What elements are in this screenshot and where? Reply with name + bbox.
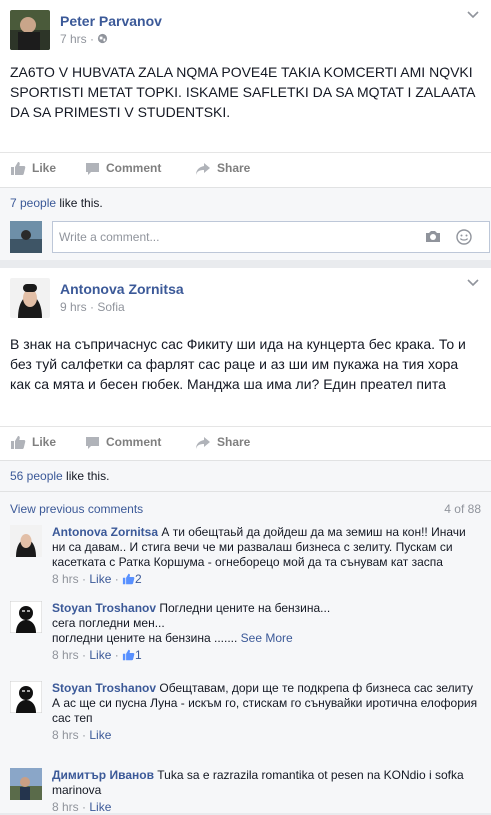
comment-time[interactable]: 8 hrs (52, 572, 79, 586)
comment-author[interactable]: Димитър Иванов (52, 768, 154, 782)
comment-item: Stoyan Troshanov Обещтавам, дори ще те п… (10, 681, 480, 761)
likes-summary: 56 people like this. (10, 469, 109, 483)
comment-body: Antonova Zornitsa А ти обещтаьй да дойде… (52, 525, 480, 587)
comment-meta: 8 hrs · Like (52, 728, 112, 742)
comment-body: Stoyan Troshanov Погледни цените на бенз… (52, 601, 480, 663)
timestamp[interactable]: 7 hrs (60, 32, 87, 46)
likes-suffix: like this. (56, 196, 103, 210)
share-icon (196, 162, 210, 175)
comment-time[interactable]: 8 hrs (52, 648, 79, 662)
post-header: Antonova Zornitsa 9 hrs · Sofia (10, 278, 480, 318)
comment-count: 4 of 88 (444, 502, 481, 516)
camera-icon[interactable] (425, 229, 441, 245)
comment-time[interactable]: 8 hrs (52, 728, 79, 742)
likes-count-link[interactable]: 7 people (10, 196, 56, 210)
comment-composer: Write a comment... (10, 221, 490, 253)
comment-button[interactable]: Comment (85, 153, 161, 183)
globe-icon (98, 33, 108, 44)
comment-like-count[interactable]: 2 (135, 572, 142, 586)
comment-time[interactable]: 8 hrs (52, 800, 79, 814)
like-button[interactable]: Like (10, 153, 56, 183)
avatar-image (10, 10, 50, 50)
comment-item: Antonova Zornitsa А ти обещтаьй да дойде… (10, 525, 480, 587)
comment-text-line: Погледни цените на бензина... (159, 601, 331, 615)
thumbs-up-icon (11, 436, 26, 450)
comment-body: Димитър Иванов Tuka sa e razrazila roman… (52, 768, 480, 815)
comment-icon (86, 436, 99, 449)
comment-like-count[interactable]: 1 (135, 648, 142, 662)
comment-text-line: погледни цените на бензина ....... (52, 631, 238, 645)
author-name[interactable]: Peter Parvanov (60, 13, 162, 29)
avatar[interactable] (10, 768, 42, 800)
thumbs-up-icon (11, 162, 26, 176)
comment-text: Обещтавам, дори ще те подкрепа ф бизнеса… (159, 681, 473, 695)
action-bar: Like Comment Share (0, 426, 491, 456)
chevron-down-icon[interactable] (466, 8, 480, 22)
likes-suffix: like this. (62, 469, 110, 483)
post-card: Antonova Zornitsa 9 hrs · Sofia В знак н… (0, 268, 491, 814)
likes-count-link[interactable]: 56 people (10, 469, 63, 483)
likes-section: 7 people like this. Write a comment... (0, 187, 491, 260)
share-icon (196, 436, 210, 449)
action-bar: Like Comment Share (0, 152, 491, 182)
comment-like-link[interactable]: Like (89, 728, 111, 742)
see-more-link[interactable]: See More (241, 631, 293, 645)
avatar[interactable] (10, 10, 50, 50)
comment-item: Stoyan Troshanov Погледни цените на бенз… (10, 601, 480, 666)
comment-meta: 8 hrs · Like · 1 (52, 648, 142, 662)
post-meta: 7 hrs · (60, 32, 108, 46)
avatar[interactable] (10, 278, 50, 318)
comment-text-line: сега погледни мен... (52, 616, 165, 630)
author-name[interactable]: Antonova Zornitsa (60, 281, 184, 297)
avatar[interactable] (10, 525, 42, 557)
comment-label: Comment (106, 161, 162, 175)
comment-meta: 8 hrs · Like · 2 (52, 572, 142, 586)
like-label: Like (32, 435, 57, 449)
share-label: Share (217, 161, 251, 175)
post-card: Peter Parvanov 7 hrs · ZA6TO V HUBVATA Z… (0, 0, 491, 260)
share-button[interactable]: Share (195, 427, 250, 457)
comment-icon (86, 162, 99, 175)
comment-like-link[interactable]: Like (89, 648, 111, 662)
divider (0, 491, 491, 492)
post-text: ZA6TO V HUBVATA ZALA NQMA POVE4E TAKIA K… (10, 64, 475, 120)
comment-label: Comment (106, 435, 162, 449)
post-header: Peter Parvanov 7 hrs · (10, 10, 480, 50)
comment-body: Stoyan Troshanov Обещтавам, дори ще те п… (52, 681, 480, 743)
smiley-icon[interactable] (456, 229, 472, 245)
likes-summary: 7 people like this. (10, 196, 103, 210)
comment-like-link[interactable]: Like (89, 572, 111, 586)
like-label: Like (32, 161, 57, 175)
location[interactable]: Sofia (97, 300, 124, 314)
like-button[interactable]: Like (10, 427, 56, 457)
avatar-image (10, 278, 50, 318)
share-button[interactable]: Share (195, 153, 250, 183)
avatar (10, 221, 42, 253)
post-text: В знак на съпричаснус сас Фикиту ши ида … (10, 336, 466, 392)
comment-author[interactable]: Stoyan Troshanov (52, 601, 156, 615)
view-previous-comments-link[interactable]: View previous comments (10, 502, 143, 516)
avatar[interactable] (10, 601, 42, 633)
avatar[interactable] (10, 681, 42, 713)
timestamp[interactable]: 9 hrs (60, 300, 87, 314)
comments-section: 56 people like this. View previous comme… (0, 460, 491, 814)
chevron-down-icon[interactable] (466, 276, 480, 290)
post-meta: 9 hrs · Sofia (60, 300, 125, 314)
comment-author[interactable]: Antonova Zornitsa (52, 525, 158, 539)
comment-item: Димитър Иванов Tuka sa e razrazila roman… (10, 768, 480, 814)
comment-button[interactable]: Comment (85, 427, 161, 457)
comment-like-link[interactable]: Like (89, 800, 111, 814)
thumbs-up-icon (122, 649, 135, 661)
comment-author[interactable]: Stoyan Troshanov (52, 681, 156, 695)
thumbs-up-icon (122, 573, 135, 585)
share-label: Share (217, 435, 251, 449)
comment-text: А ас ще си пусна Луна - искъм го, стиска… (52, 696, 478, 725)
